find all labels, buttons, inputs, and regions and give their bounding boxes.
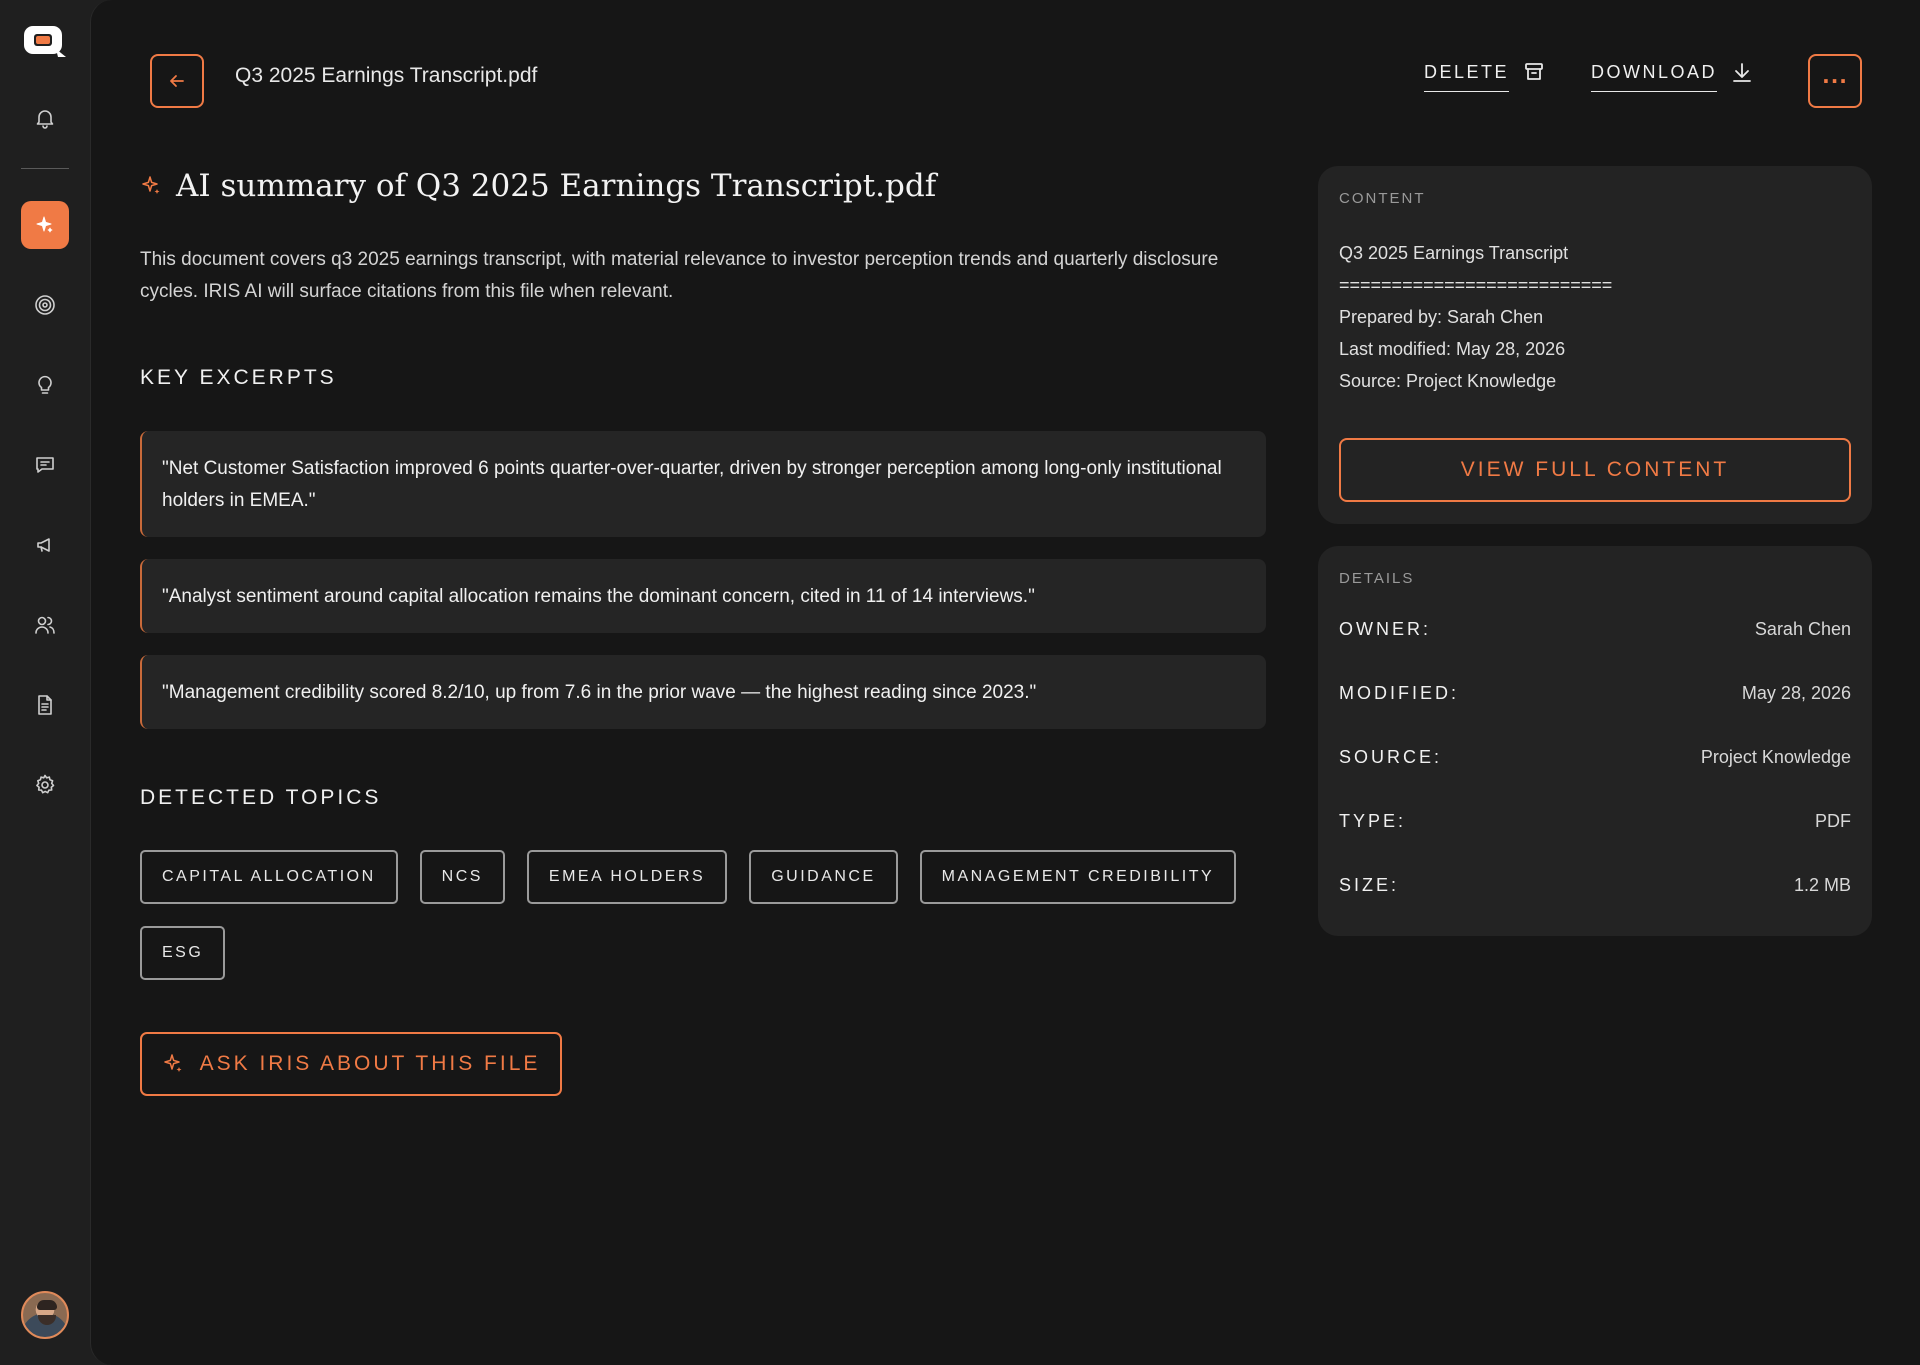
detail-value: Project Knowledge: [1700, 746, 1851, 767]
detail-value: PDF: [1815, 810, 1851, 831]
topic-chip[interactable]: ESG: [140, 926, 226, 980]
summary-title-text: AI summary of Q3 2025 Earnings Transcrip…: [176, 168, 937, 204]
bell-icon[interactable]: [21, 94, 69, 142]
view-full-content-button[interactable]: VIEW FULL CONTENT: [1339, 438, 1851, 502]
summary-title: AI summary of Q3 2025 Earnings Transcrip…: [140, 168, 936, 204]
topic-chip[interactable]: GUIDANCE: [749, 850, 898, 904]
download-label: DOWNLOAD: [1591, 62, 1718, 92]
details-card: DETAILS OWNER: Sarah Chen MODIFIED: May …: [1318, 546, 1872, 936]
detail-key: TYPE:: [1339, 810, 1407, 831]
gear-icon[interactable]: [21, 761, 69, 809]
detail-key: SOURCE:: [1339, 746, 1443, 767]
delete-label: DELETE: [1424, 62, 1510, 92]
main-panel: Q3 2025 Earnings Transcript.pdf DELETE D…: [90, 0, 1920, 1365]
excerpt-item: "Analyst sentiment around capital alloca…: [140, 559, 1266, 633]
sidebar-divider: [21, 168, 69, 169]
detail-key: SIZE:: [1339, 874, 1400, 895]
content-line: Source: Project Knowledge: [1339, 371, 1557, 391]
delete-button[interactable]: DELETE: [1424, 62, 1545, 92]
content-line: Q3 2025 Earnings Transcript: [1339, 243, 1569, 263]
summary-text: This document covers q3 2025 earnings tr…: [140, 249, 1219, 302]
lightbulb-icon[interactable]: [21, 361, 69, 409]
sparkle-icon: [142, 176, 160, 194]
sparkle-icon: [163, 1054, 182, 1072]
detail-row-size: SIZE: 1.2 MB: [1339, 853, 1851, 917]
excerpt-item: "Net Customer Satisfaction improved 6 po…: [140, 431, 1266, 537]
document-icon[interactable]: [21, 681, 69, 729]
content-line: Prepared by: Sarah Chen: [1339, 307, 1544, 327]
detail-row-owner: OWNER: Sarah Chen: [1339, 597, 1851, 661]
detail-key: OWNER:: [1339, 618, 1431, 639]
file-title: Q3 2025 Earnings Transcript.pdf: [235, 64, 538, 87]
content-preview: Q3 2025 Earnings Transcript ============…: [1339, 237, 1851, 397]
download-button[interactable]: DOWNLOAD: [1591, 62, 1753, 92]
key-excerpts-heading: KEY EXCERPTS: [140, 366, 337, 389]
arrow-left-icon: [170, 75, 184, 87]
detail-value: May 28, 2026: [1741, 682, 1851, 703]
content-card-label: CONTENT: [1339, 190, 1426, 207]
details-list: OWNER: Sarah Chen MODIFIED: May 28, 2026…: [1339, 597, 1851, 917]
excerpt-item: "Management credibility scored 8.2/10, u…: [140, 655, 1266, 729]
detail-row-source: SOURCE: Project Knowledge: [1339, 725, 1851, 789]
logo-icon[interactable]: [22, 22, 68, 60]
detail-value: 1.2 MB: [1793, 874, 1851, 895]
ask-iris-label: ASK IRIS ABOUT THIS FILE: [199, 1052, 541, 1075]
details-card-label: DETAILS: [1339, 570, 1415, 587]
more-icon: ···: [1822, 69, 1848, 93]
megaphone-icon[interactable]: [21, 521, 69, 569]
download-icon: [1733, 63, 1751, 82]
topic-chip[interactable]: MANAGEMENT CREDIBILITY: [919, 850, 1237, 904]
back-button[interactable]: [150, 54, 204, 108]
detail-row-type: TYPE: PDF: [1339, 789, 1851, 853]
content-line: Last modified: May 28, 2026: [1339, 339, 1566, 359]
archive-icon: [1525, 63, 1543, 80]
topic-chip[interactable]: EMEA HOLDERS: [526, 850, 728, 904]
topic-list: CAPITAL ALLOCATION NCS EMEA HOLDERS GUID…: [140, 850, 1270, 980]
ask-iris-button[interactable]: ASK IRIS ABOUT THIS FILE: [140, 1032, 562, 1096]
topic-chip[interactable]: CAPITAL ALLOCATION: [140, 850, 398, 904]
content-card: CONTENT Q3 2025 Earnings Transcript ====…: [1318, 166, 1872, 524]
users-icon[interactable]: [21, 601, 69, 649]
topic-chip[interactable]: NCS: [419, 850, 505, 904]
more-options-button[interactable]: ···: [1808, 54, 1862, 108]
sidebar: [0, 0, 90, 1365]
detail-value: Sarah Chen: [1754, 618, 1851, 639]
target-icon[interactable]: [21, 281, 69, 329]
sparkle-icon[interactable]: [21, 201, 69, 249]
avatar[interactable]: [21, 1291, 69, 1339]
message-icon[interactable]: [21, 441, 69, 489]
content-line: ==========================: [1339, 275, 1613, 295]
detected-topics-heading: DETECTED TOPICS: [140, 786, 382, 809]
detail-row-modified: MODIFIED: May 28, 2026: [1339, 661, 1851, 725]
detail-key: MODIFIED:: [1339, 682, 1459, 703]
